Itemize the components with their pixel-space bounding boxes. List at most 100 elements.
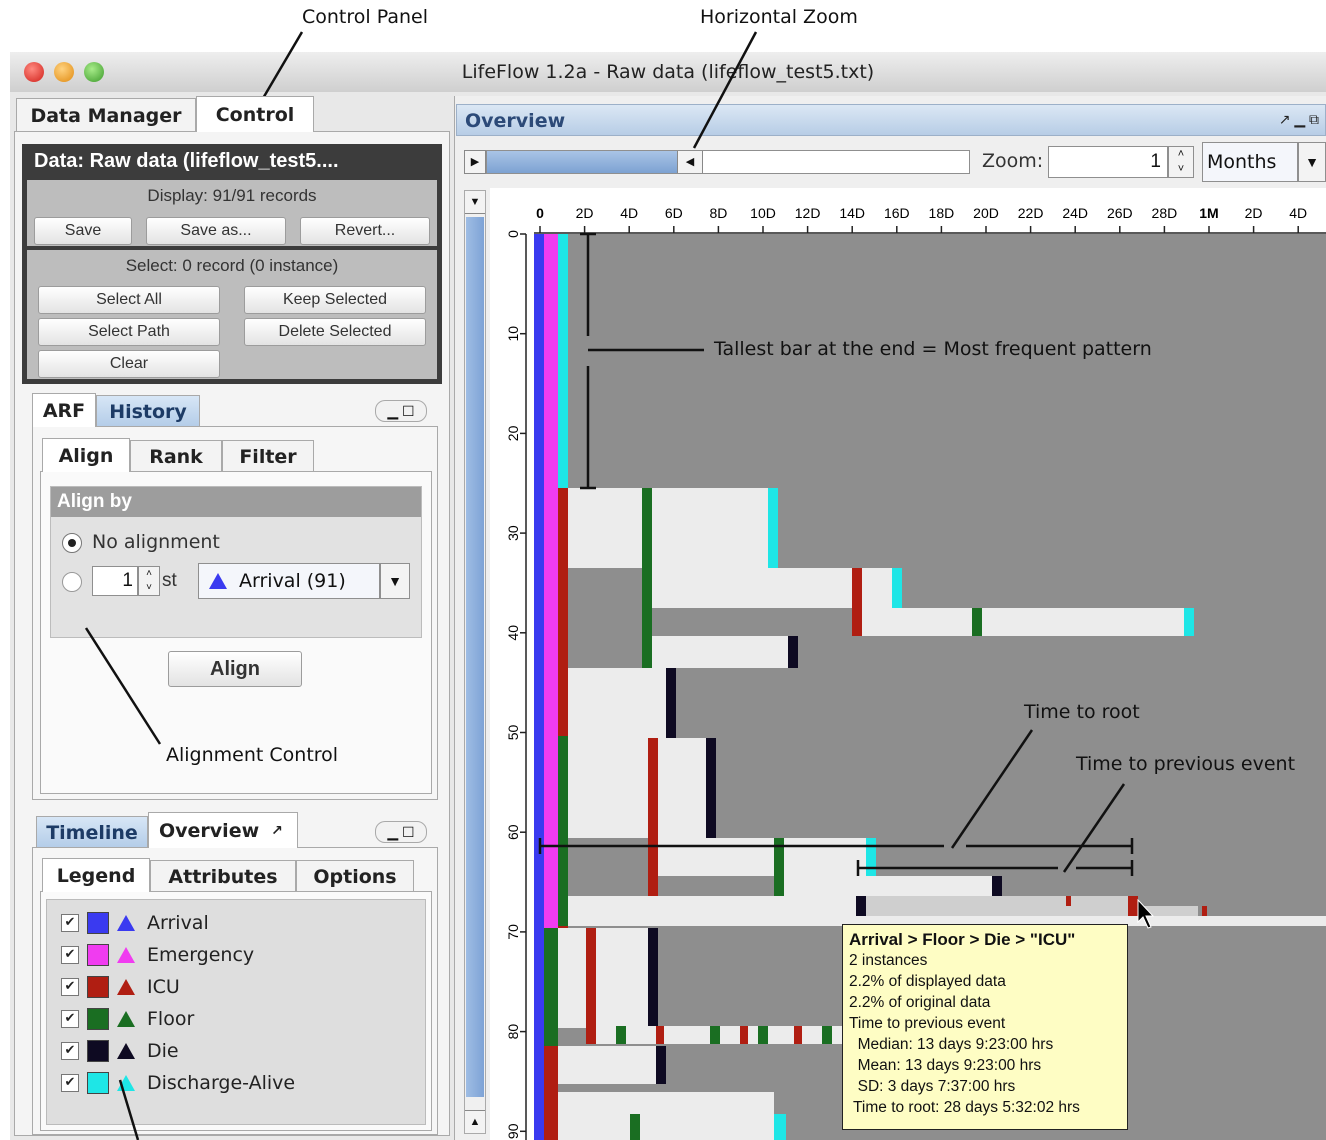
- icu-bar[interactable]: [794, 1026, 802, 1044]
- delete-selected-button[interactable]: Delete Selected: [244, 318, 426, 346]
- align-event-select[interactable]: Arrival (91): [198, 563, 380, 599]
- scroll-down-icon[interactable]: ▼: [465, 191, 485, 214]
- tab-options[interactable]: Options: [296, 860, 414, 892]
- icu-bar-hover[interactable]: [1128, 896, 1138, 916]
- floor-bar[interactable]: [616, 1026, 626, 1044]
- discharge-bar[interactable]: [774, 1114, 786, 1140]
- discharge-bar[interactable]: [1184, 608, 1194, 636]
- discharge-bar[interactable]: [866, 838, 876, 876]
- tab-timeline[interactable]: Timeline: [36, 816, 148, 848]
- clear-button[interactable]: Clear: [38, 350, 220, 378]
- annotation-time-to-root: Time to root: [1024, 701, 1140, 723]
- legend-item-floor[interactable]: ✔ Floor: [61, 1006, 194, 1032]
- floor-bar[interactable]: [642, 488, 652, 668]
- floor-bar[interactable]: [710, 1026, 720, 1044]
- icu-bar[interactable]: [544, 1046, 558, 1140]
- annotation-control-panel: Control Panel: [302, 6, 428, 28]
- zoom-value-input[interactable]: 1: [1048, 146, 1168, 178]
- checkbox[interactable]: ✔: [61, 1074, 79, 1092]
- icu-bar[interactable]: [1202, 906, 1207, 916]
- x-tick-label: 16D: [884, 205, 910, 221]
- zoom-unit-select[interactable]: Months: [1202, 142, 1298, 182]
- legend-item-discharge-alive[interactable]: ✔ Discharge-Alive: [61, 1070, 295, 1096]
- tooltip-line: 2.2% of displayed data: [849, 973, 1006, 990]
- die-bar[interactable]: [856, 896, 866, 916]
- floor-bar[interactable]: [972, 608, 982, 636]
- color-swatch[interactable]: [87, 976, 109, 998]
- icu-bar[interactable]: [586, 928, 596, 1044]
- save-as-button[interactable]: Save as...: [146, 217, 286, 245]
- scroll-thumb[interactable]: [466, 217, 484, 1097]
- horizontal-zoom-slider[interactable]: ◀: [486, 150, 970, 174]
- scroll-right-icon[interactable]: ▶: [464, 150, 486, 174]
- tab-attributes[interactable]: Attributes: [150, 860, 296, 892]
- checkbox[interactable]: ✔: [61, 978, 79, 996]
- legend-item-icu[interactable]: ✔ ICU: [61, 974, 180, 1000]
- floor-bar[interactable]: [822, 1026, 832, 1044]
- floor-bar[interactable]: [630, 1114, 640, 1140]
- die-bar[interactable]: [788, 636, 798, 668]
- die-bar[interactable]: [656, 1046, 666, 1084]
- minimize-restore-icon[interactable]: ▁ ☐: [375, 821, 427, 843]
- legend-item-die[interactable]: ✔ Die: [61, 1038, 179, 1064]
- tab-control[interactable]: Control: [196, 96, 314, 132]
- save-button[interactable]: Save: [34, 217, 132, 245]
- zoom-slider-handle[interactable]: ◀: [677, 151, 703, 173]
- icu-bar[interactable]: [656, 1026, 664, 1044]
- floor-bar[interactable]: [544, 928, 558, 1046]
- icu-bar[interactable]: [1066, 896, 1071, 906]
- color-swatch[interactable]: [87, 912, 109, 934]
- arrival-bar[interactable]: [534, 234, 544, 1140]
- tab-overview[interactable]: Overview ↗: [148, 812, 298, 848]
- color-swatch[interactable]: [87, 1072, 109, 1094]
- floor-bar[interactable]: [558, 736, 568, 926]
- tab-arf[interactable]: ARF: [32, 393, 96, 427]
- y-tick-label: 60: [505, 824, 521, 840]
- icu-bar[interactable]: [648, 738, 658, 896]
- floor-bar[interactable]: [758, 1026, 768, 1044]
- tab-align[interactable]: Align: [42, 438, 130, 472]
- checkbox[interactable]: ✔: [61, 1042, 79, 1060]
- keep-selected-button[interactable]: Keep Selected: [244, 286, 426, 314]
- discharge-bar[interactable]: [558, 234, 568, 488]
- tab-legend[interactable]: Legend: [42, 858, 150, 892]
- revert-button[interactable]: Revert...: [300, 217, 430, 245]
- checkbox[interactable]: ✔: [61, 946, 79, 964]
- chevron-down-icon[interactable]: ▼: [1298, 142, 1326, 182]
- color-swatch[interactable]: [87, 944, 109, 966]
- icu-bar[interactable]: [852, 568, 862, 636]
- event-index-stepper[interactable]: 1: [92, 566, 138, 596]
- checkbox[interactable]: ✔: [61, 1010, 79, 1028]
- tab-data-manager[interactable]: Data Manager: [16, 98, 196, 132]
- zoom-stepper-icon[interactable]: ˄ ˅: [1168, 146, 1194, 178]
- die-bar[interactable]: [992, 876, 1002, 896]
- discharge-bar[interactable]: [768, 488, 778, 568]
- tab-filter[interactable]: Filter: [222, 440, 314, 472]
- color-swatch[interactable]: [87, 1008, 109, 1030]
- die-bar[interactable]: [666, 668, 676, 738]
- scroll-up-icon[interactable]: ▲: [465, 1110, 485, 1133]
- icu-bar[interactable]: [740, 1026, 748, 1044]
- select-path-button[interactable]: Select Path: [38, 318, 220, 346]
- legend-item-emergency[interactable]: ✔ Emergency: [61, 942, 254, 968]
- tab-history[interactable]: History: [96, 395, 200, 427]
- checkbox[interactable]: ✔: [61, 914, 79, 932]
- x-tick-label: 28D: [1152, 205, 1178, 221]
- color-swatch[interactable]: [87, 1040, 109, 1062]
- align-button[interactable]: Align: [168, 651, 302, 687]
- x-tick-label: 8D: [709, 205, 727, 221]
- legend-item-arrival[interactable]: ✔ Arrival: [61, 910, 209, 936]
- tab-rank[interactable]: Rank: [130, 440, 222, 472]
- vertical-zoom-scrollbar[interactable]: ▼ ▲: [464, 190, 486, 1134]
- window-controls-icon[interactable]: ↗ ▁ ⧉: [1279, 111, 1319, 128]
- no-alignment-radio[interactable]: [62, 533, 82, 553]
- chevron-down-icon[interactable]: ▼: [380, 563, 410, 599]
- select-all-button[interactable]: Select All: [38, 286, 220, 314]
- nth-event-radio[interactable]: [62, 572, 82, 592]
- stepper-arrows-icon[interactable]: ˄ ˅: [138, 566, 160, 596]
- minimize-restore-icon[interactable]: ▁ ☐: [375, 400, 427, 422]
- discharge-bar[interactable]: [892, 568, 902, 608]
- die-bar[interactable]: [706, 738, 716, 838]
- emergency-bar[interactable]: [544, 234, 558, 930]
- y-tick-label: 10: [505, 326, 521, 342]
